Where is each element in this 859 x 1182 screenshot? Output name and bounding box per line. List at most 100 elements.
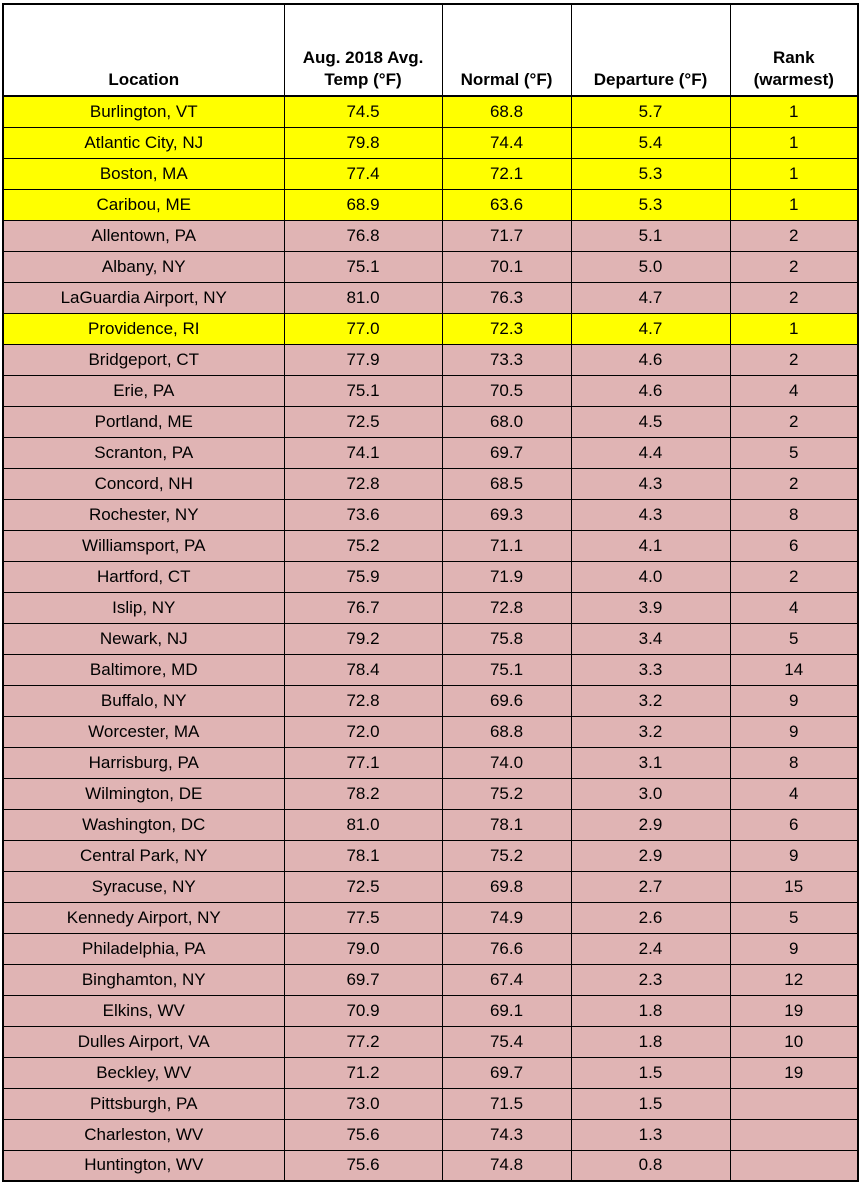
table-row[interactable]: Boston, MA 77.4 72.1 5.3 1 xyxy=(2,157,859,190)
cell-departure[interactable]: 4.4 xyxy=(570,436,731,469)
cell-location[interactable]: Portland, ME xyxy=(2,405,285,438)
table-row[interactable]: Bridgeport, CT 77.9 73.3 4.6 2 xyxy=(2,343,859,376)
cell-departure[interactable]: 4.1 xyxy=(570,529,731,562)
cell-location[interactable]: Philadelphia, PA xyxy=(2,932,285,965)
cell-departure[interactable]: 2.4 xyxy=(570,932,731,965)
cell-avg-temp[interactable]: 74.5 xyxy=(283,95,443,128)
cell-departure[interactable]: 4.3 xyxy=(570,498,731,531)
cell-avg-temp[interactable]: 77.0 xyxy=(283,312,443,345)
cell-departure[interactable]: 2.9 xyxy=(570,839,731,872)
cell-departure[interactable]: 4.6 xyxy=(570,343,731,376)
table-row[interactable]: Syracuse, NY 72.5 69.8 2.7 15 xyxy=(2,870,859,903)
cell-avg-temp[interactable]: 75.9 xyxy=(283,560,443,593)
table-row[interactable]: Charleston, WV 75.6 74.3 1.3 xyxy=(2,1118,859,1151)
cell-avg-temp[interactable]: 72.5 xyxy=(283,870,443,903)
cell-normal[interactable]: 63.6 xyxy=(441,188,572,221)
cell-normal[interactable]: 68.5 xyxy=(441,467,572,500)
table-row[interactable]: Portland, ME 72.5 68.0 4.5 2 xyxy=(2,405,859,438)
cell-departure[interactable]: 3.2 xyxy=(570,684,731,717)
cell-normal[interactable]: 69.3 xyxy=(441,498,572,531)
cell-departure[interactable]: 0.8 xyxy=(570,1149,731,1182)
cell-normal[interactable]: 74.8 xyxy=(441,1149,572,1182)
cell-departure[interactable]: 3.4 xyxy=(570,622,731,655)
cell-rank[interactable]: 15 xyxy=(729,870,859,903)
cell-location[interactable]: Scranton, PA xyxy=(2,436,285,469)
cell-normal[interactable]: 75.2 xyxy=(441,839,572,872)
table-row[interactable]: Binghamton, NY 69.7 67.4 2.3 12 xyxy=(2,963,859,996)
cell-normal[interactable]: 73.3 xyxy=(441,343,572,376)
cell-avg-temp[interactable]: 72.8 xyxy=(283,684,443,717)
cell-location[interactable]: Huntington, WV xyxy=(2,1149,285,1182)
cell-location[interactable]: Rochester, NY xyxy=(2,498,285,531)
cell-normal[interactable]: 69.8 xyxy=(441,870,572,903)
cell-rank[interactable] xyxy=(729,1087,859,1120)
cell-normal[interactable]: 72.8 xyxy=(441,591,572,624)
cell-rank[interactable]: 1 xyxy=(729,312,859,345)
table-row[interactable]: Central Park, NY 78.1 75.2 2.9 9 xyxy=(2,839,859,872)
column-header-avg-temp[interactable]: Aug. 2018 Avg. Temp (°F) xyxy=(283,3,443,97)
cell-avg-temp[interactable]: 74.1 xyxy=(283,436,443,469)
cell-rank[interactable]: 9 xyxy=(729,684,859,717)
cell-location[interactable]: Newark, NJ xyxy=(2,622,285,655)
cell-avg-temp[interactable]: 75.6 xyxy=(283,1118,443,1151)
cell-departure[interactable]: 5.0 xyxy=(570,250,731,283)
cell-rank[interactable]: 2 xyxy=(729,560,859,593)
cell-normal[interactable]: 71.7 xyxy=(441,219,572,252)
cell-location[interactable]: Central Park, NY xyxy=(2,839,285,872)
cell-departure[interactable]: 4.5 xyxy=(570,405,731,438)
cell-rank[interactable]: 9 xyxy=(729,715,859,748)
cell-avg-temp[interactable]: 77.4 xyxy=(283,157,443,190)
cell-location[interactable]: Atlantic City, NJ xyxy=(2,126,285,159)
cell-departure[interactable]: 5.4 xyxy=(570,126,731,159)
cell-avg-temp[interactable]: 79.0 xyxy=(283,932,443,965)
table-row[interactable]: Buffalo, NY 72.8 69.6 3.2 9 xyxy=(2,684,859,717)
cell-location[interactable]: Providence, RI xyxy=(2,312,285,345)
cell-avg-temp[interactable]: 75.2 xyxy=(283,529,443,562)
cell-avg-temp[interactable]: 79.2 xyxy=(283,622,443,655)
table-row[interactable]: Harrisburg, PA 77.1 74.0 3.1 8 xyxy=(2,746,859,779)
table-row[interactable]: LaGuardia Airport, NY 81.0 76.3 4.7 2 xyxy=(2,281,859,314)
table-row[interactable]: Rochester, NY 73.6 69.3 4.3 8 xyxy=(2,498,859,531)
cell-departure[interactable]: 3.1 xyxy=(570,746,731,779)
cell-departure[interactable]: 2.9 xyxy=(570,808,731,841)
cell-normal[interactable]: 69.1 xyxy=(441,994,572,1027)
cell-rank[interactable]: 2 xyxy=(729,219,859,252)
cell-rank[interactable]: 4 xyxy=(729,374,859,407)
cell-avg-temp[interactable]: 78.2 xyxy=(283,777,443,810)
cell-avg-temp[interactable]: 75.1 xyxy=(283,374,443,407)
cell-avg-temp[interactable]: 76.8 xyxy=(283,219,443,252)
cell-location[interactable]: Charleston, WV xyxy=(2,1118,285,1151)
table-row[interactable]: Islip, NY 76.7 72.8 3.9 4 xyxy=(2,591,859,624)
cell-location[interactable]: Kennedy Airport, NY xyxy=(2,901,285,934)
cell-rank[interactable]: 1 xyxy=(729,157,859,190)
cell-rank[interactable]: 5 xyxy=(729,622,859,655)
cell-normal[interactable]: 75.8 xyxy=(441,622,572,655)
cell-avg-temp[interactable]: 81.0 xyxy=(283,281,443,314)
cell-normal[interactable]: 67.4 xyxy=(441,963,572,996)
cell-departure[interactable]: 2.3 xyxy=(570,963,731,996)
cell-normal[interactable]: 75.1 xyxy=(441,653,572,686)
cell-avg-temp[interactable]: 79.8 xyxy=(283,126,443,159)
cell-rank[interactable]: 10 xyxy=(729,1025,859,1058)
cell-location[interactable]: Pittsburgh, PA xyxy=(2,1087,285,1120)
table-row[interactable]: Erie, PA 75.1 70.5 4.6 4 xyxy=(2,374,859,407)
table-row[interactable]: Hartford, CT 75.9 71.9 4.0 2 xyxy=(2,560,859,593)
cell-rank[interactable]: 4 xyxy=(729,777,859,810)
cell-location[interactable]: Syracuse, NY xyxy=(2,870,285,903)
cell-normal[interactable]: 72.1 xyxy=(441,157,572,190)
cell-location[interactable]: Washington, DC xyxy=(2,808,285,841)
cell-location[interactable]: Harrisburg, PA xyxy=(2,746,285,779)
cell-location[interactable]: Allentown, PA xyxy=(2,219,285,252)
cell-departure[interactable]: 3.0 xyxy=(570,777,731,810)
table-row[interactable]: Allentown, PA 76.8 71.7 5.1 2 xyxy=(2,219,859,252)
cell-departure[interactable]: 1.5 xyxy=(570,1087,731,1120)
cell-avg-temp[interactable]: 72.0 xyxy=(283,715,443,748)
table-row[interactable]: Washington, DC 81.0 78.1 2.9 6 xyxy=(2,808,859,841)
column-header-departure[interactable]: Departure (°F) xyxy=(570,3,731,97)
cell-departure[interactable]: 3.3 xyxy=(570,653,731,686)
cell-location[interactable]: LaGuardia Airport, NY xyxy=(2,281,285,314)
cell-rank[interactable]: 6 xyxy=(729,529,859,562)
cell-avg-temp[interactable]: 77.9 xyxy=(283,343,443,376)
cell-normal[interactable]: 75.2 xyxy=(441,777,572,810)
table-row[interactable]: Huntington, WV 75.6 74.8 0.8 xyxy=(2,1149,859,1182)
